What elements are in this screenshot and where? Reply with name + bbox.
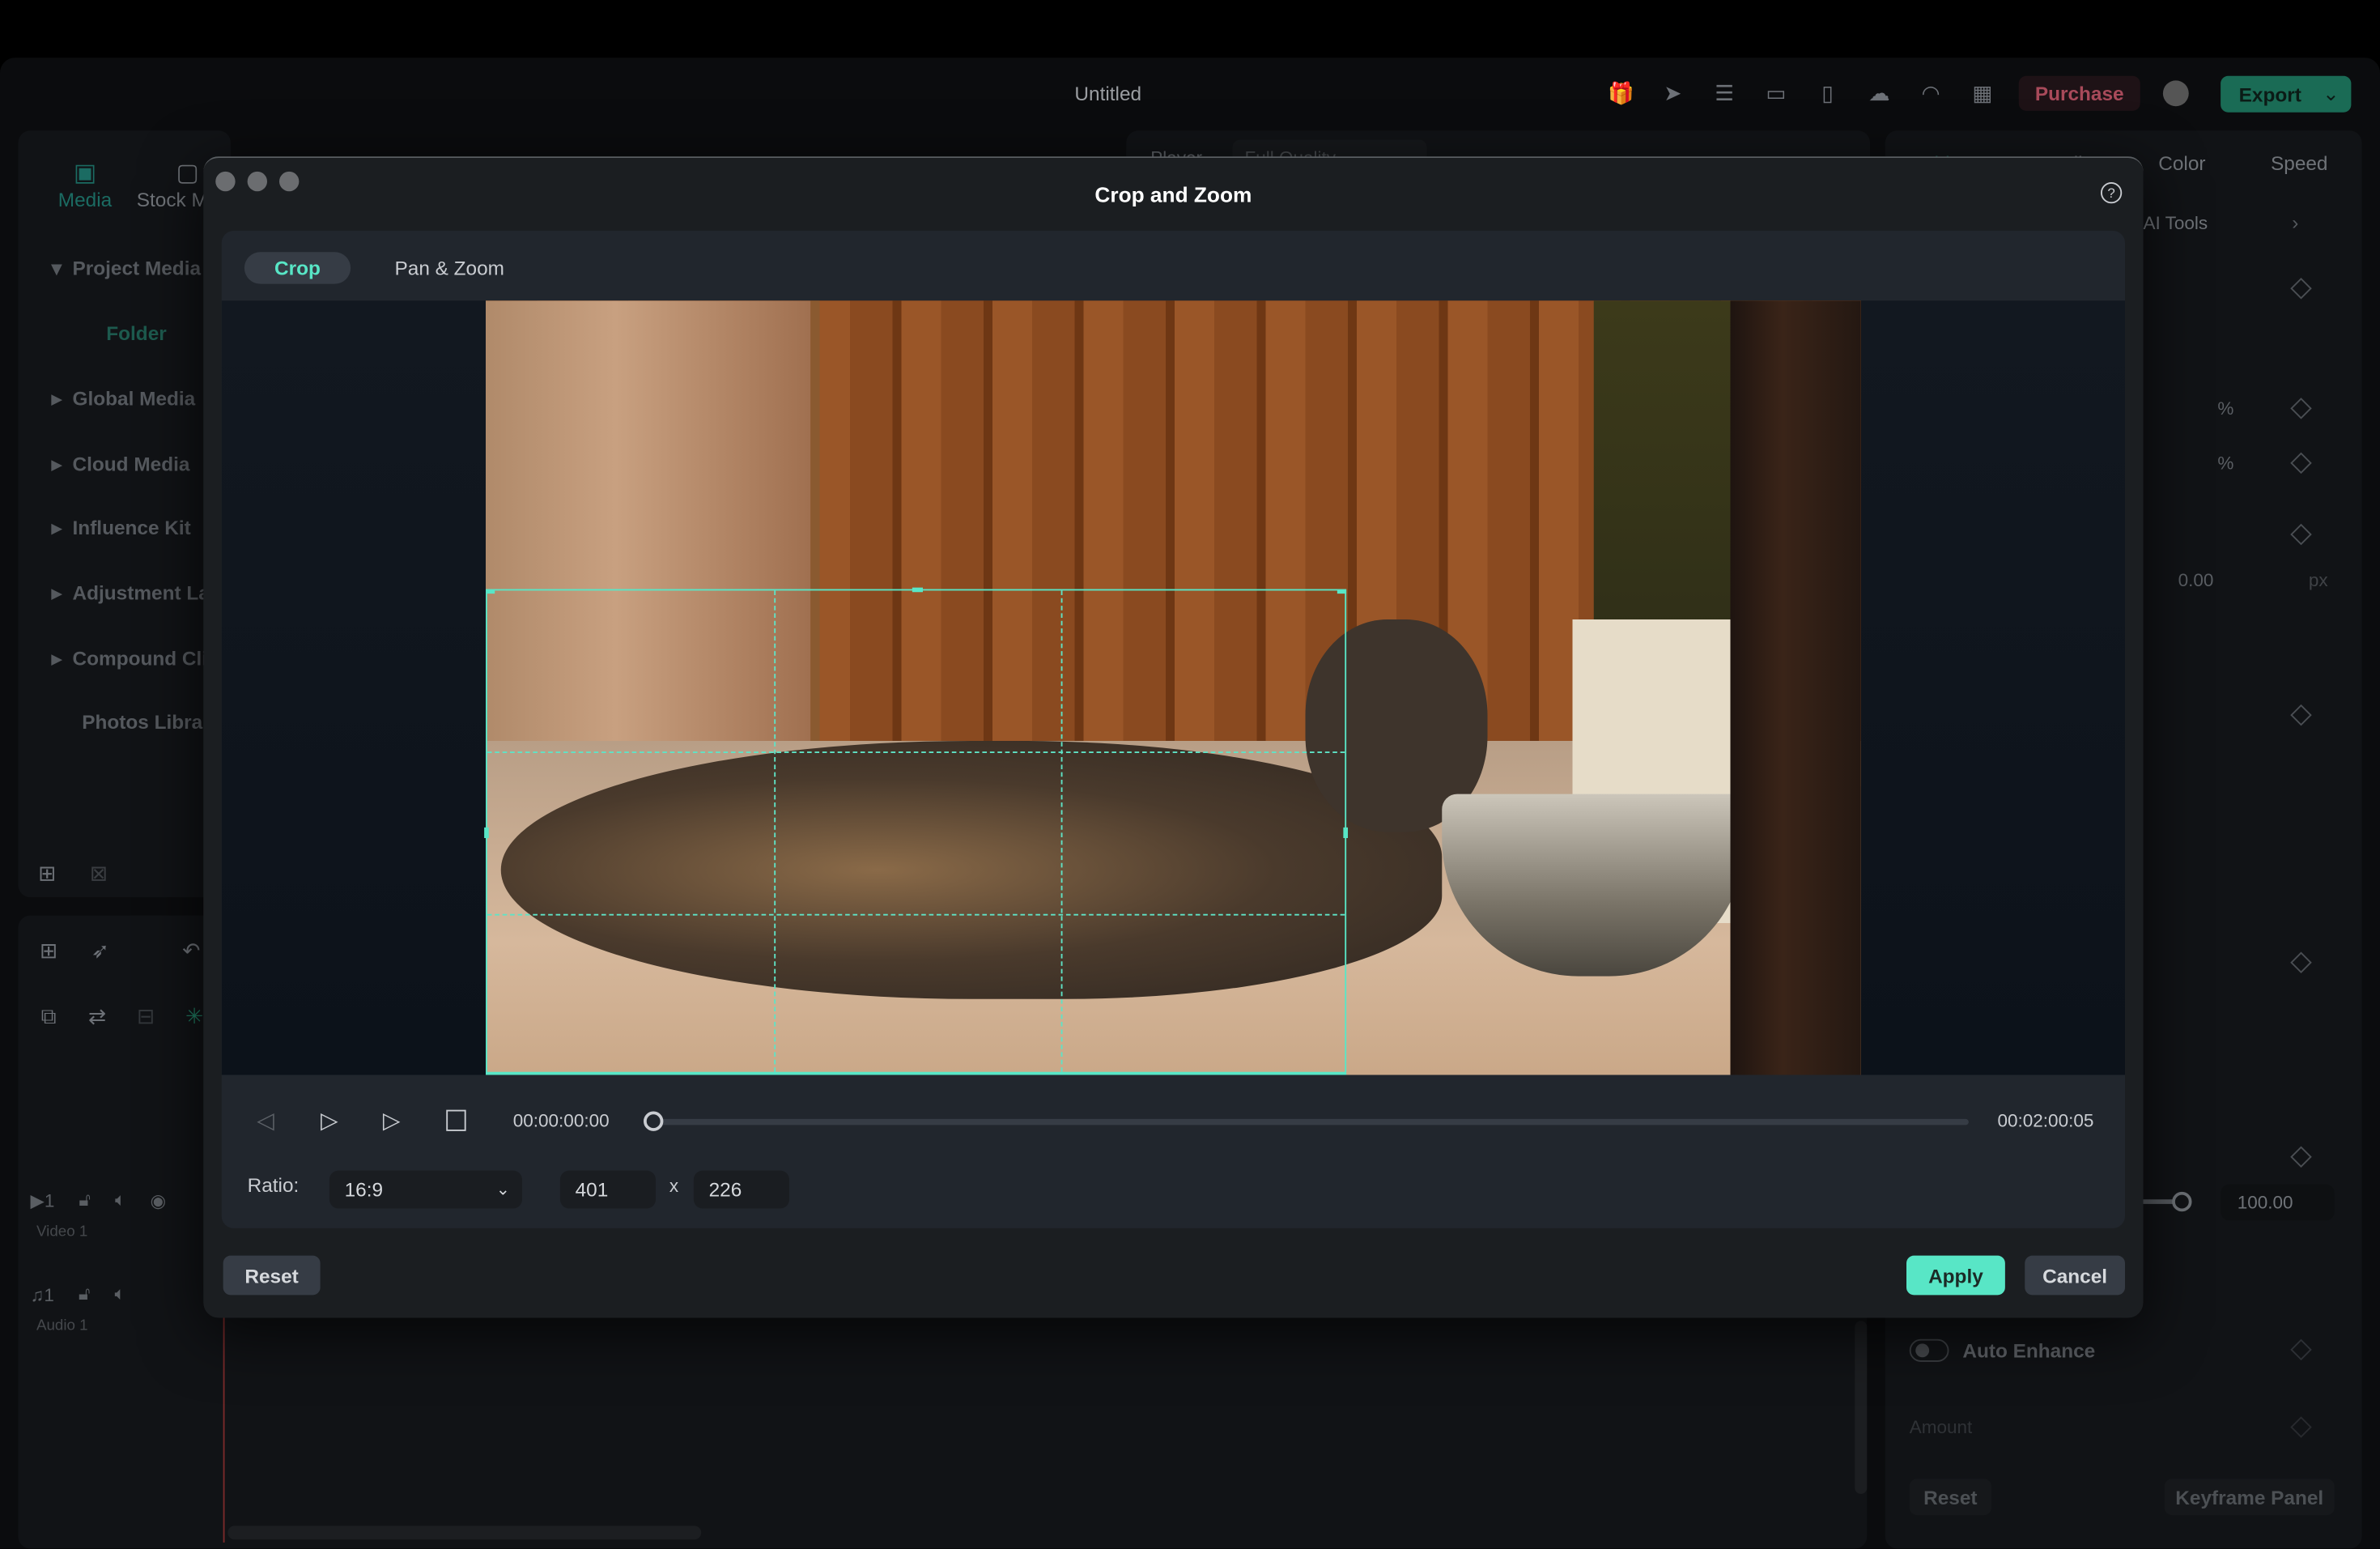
keyframe-panel-button[interactable]: Keyframe Panel [2164,1479,2335,1516]
properties-reset-button[interactable]: Reset [1909,1479,1991,1516]
layout-grid-icon[interactable]: ⊞ [33,935,64,966]
dialog-title: Crop and Zoom [1094,182,1252,206]
playhead[interactable] [223,1317,225,1543]
tab-speed[interactable]: Speed [2271,152,2327,175]
crop-zoom-dialog: Crop and Zoom ? Crop Pan & Zoom ◁ ▷ ▷ 00… [203,156,2144,1318]
tab-pan-zoom[interactable]: Pan & Zoom [395,257,504,279]
link-icon[interactable]: ⇄ [80,1001,113,1032]
tab-crop[interactable]: Crop [244,252,351,284]
times-label: x [669,1175,679,1197]
lock-icon[interactable]: 🔓︎ [79,1189,91,1211]
chevron-down-icon: ⌄ [2323,82,2340,105]
tab-label: Media [57,188,113,211]
ratio-select[interactable]: 16:9 ⌄ [329,1170,522,1209]
tree-item-project-media[interactable]: ▾ Project Media [52,258,201,278]
tree-item-folder[interactable]: Folder [106,323,167,343]
lock-icon[interactable]: 🔓︎ [79,1283,91,1305]
purchase-button[interactable]: Purchase [2018,75,2140,111]
timeline-scrollbar[interactable] [227,1526,702,1540]
layout-icon[interactable]: ▭ [1761,79,1791,107]
offset-unit: px [2308,569,2328,591]
next-frame-icon[interactable]: ▷ [316,1107,343,1134]
tree-item-cloud-media[interactable]: ▸ Cloud Media [52,454,190,474]
task-list-icon[interactable]: ☰ [1709,79,1740,107]
cloud-sync-icon[interactable]: ☁ [1864,79,1895,107]
crop-editor: Crop Pan & Zoom ◁ ▷ ▷ 00:00:00:00 00:02:… [221,231,2125,1228]
opacity-slider-handle[interactable] [2172,1191,2192,1212]
send-icon[interactable]: ➤ [1658,79,1689,107]
current-time: 00:00:00:00 [512,1109,610,1131]
grid-line [487,751,1345,753]
ai-tools-tab[interactable]: AI Tools [2144,213,2208,234]
percent-unit: % [2217,452,2234,474]
video-track-header: ▶1 🔓︎ 🔈︎ ◉ [31,1189,167,1211]
tree-item-global-media[interactable]: ▸ Global Media [52,389,195,408]
unlink-icon[interactable]: ⊟ [130,1001,161,1032]
crop-height-input[interactable]: 226 [693,1170,789,1209]
delete-folder-icon[interactable]: ⊠ [85,859,113,887]
crop-handle-left[interactable] [484,827,489,838]
gift-icon[interactable]: 🎁 [1606,79,1637,107]
crop-handle-top-left[interactable] [486,589,495,594]
tab-color[interactable]: Color [2158,152,2205,175]
playback-slider[interactable] [652,1118,1969,1126]
media-panel [18,130,231,898]
tree-item-influence-kit[interactable]: ▸ Influence Kit [52,517,191,537]
select-tool-icon[interactable]: ➶ [85,935,116,966]
tree-item-compound-clip[interactable]: ▸ Compound Clip [52,649,219,668]
timeline-vscrollbar[interactable] [1855,1321,1868,1494]
export-label: Export [2238,83,2301,106]
save-icon[interactable]: ▯ [1813,79,1843,107]
crop-width-input[interactable]: 401 [559,1170,656,1209]
undo-icon[interactable]: ↶ [176,935,207,966]
track-label: Audio 1 [36,1317,88,1335]
chevron-right-icon[interactable]: › [2292,211,2298,234]
amount-label: Amount [1909,1416,1973,1438]
add-track-icon[interactable]: ⧉ [33,1001,64,1032]
tree-item-photos-library[interactable]: Photos Library [82,712,221,731]
ratio-value: 16:9 [344,1178,384,1202]
avatar[interactable] [2162,80,2189,107]
video-track-icon: ▶1 [30,1189,55,1211]
opacity-input[interactable]: 100.00 [2221,1184,2335,1221]
playback-handle[interactable] [644,1111,664,1131]
chevron-down-icon: ⌄ [495,1181,510,1200]
apps-icon[interactable]: ▦ [1967,79,1998,107]
tab-media[interactable]: ▣ Media [52,158,119,211]
audio-track-header: ♫1 🔓︎ 🔈︎ [31,1283,126,1305]
crop-handle-top-right[interactable] [1337,589,1347,594]
media-icon: ▣ [73,160,97,187]
video-preview-area [221,300,2125,1075]
crop-rectangle[interactable] [484,587,1348,1075]
volume-icon[interactable]: 🔈︎ [115,1283,126,1305]
help-icon[interactable]: ? [2101,182,2123,204]
top-toolbar: 🎁 ➤ ☰ ▭ ▯ ☁ ◠ ▦ [1606,79,1998,107]
cancel-button[interactable]: Cancel [2025,1255,2125,1296]
crop-handle-top[interactable] [912,587,923,593]
auto-enhance-label: Auto Enhance [1962,1338,2096,1362]
auto-enhance-toggle[interactable] [1909,1338,1949,1362]
duration: 00:02:00:05 [1997,1109,2094,1131]
export-button[interactable]: Export ⌄ [2221,75,2352,113]
previous-frame-icon[interactable]: ◁ [252,1107,279,1134]
stop-icon[interactable] [446,1109,466,1131]
eye-icon[interactable]: ◉ [150,1189,166,1211]
music-note-icon: ♫1 [30,1283,54,1305]
grid-line [774,590,776,1072]
offset-value[interactable]: 0.00 [2178,569,2214,590]
grid-line [1060,590,1063,1072]
grid-line [487,913,1345,916]
track-label: Video 1 [36,1223,88,1240]
apply-button[interactable]: Apply [1906,1255,2005,1296]
ratio-label: Ratio: [247,1173,300,1197]
percent-unit: % [2217,398,2234,419]
headset-icon[interactable]: ◠ [1915,79,1946,107]
crop-handle-right[interactable] [1343,827,1348,838]
play-icon[interactable]: ▷ [378,1107,406,1134]
window-title: Untitled [1074,82,1142,105]
reset-button[interactable]: Reset [223,1255,321,1296]
volume-icon[interactable]: 🔈︎ [115,1189,126,1211]
new-folder-icon[interactable]: ⊞ [33,859,61,887]
